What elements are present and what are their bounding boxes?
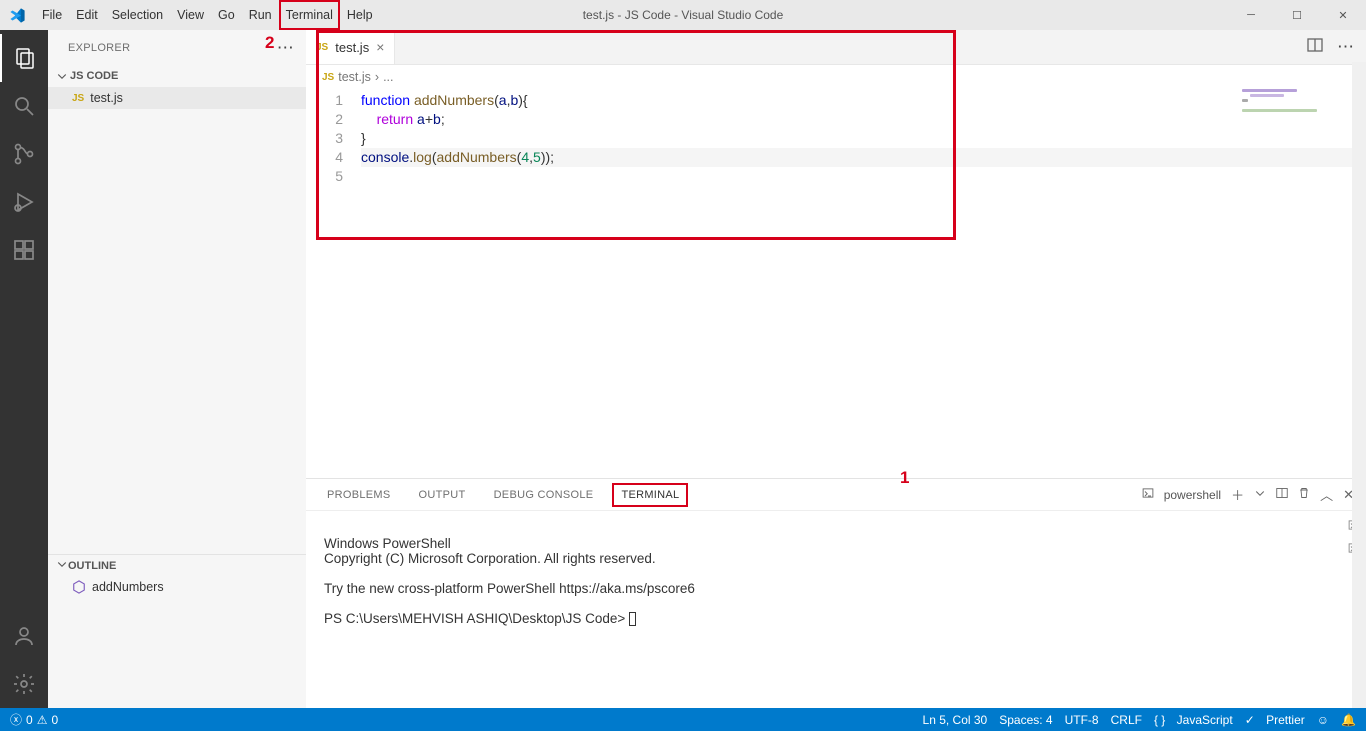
status-cursor[interactable]: Ln 5, Col 30 <box>923 713 988 727</box>
menu-selection[interactable]: Selection <box>105 0 170 30</box>
menubar: FileEditSelectionViewGoRunTerminalHelp <box>35 0 380 30</box>
editor-more-icon[interactable]: ⋯ <box>1337 37 1354 57</box>
split-terminal-icon[interactable] <box>1276 487 1288 502</box>
status-spaces[interactable]: Spaces: 4 <box>999 713 1052 727</box>
error-icon: ⓧ <box>10 711 22 728</box>
explorer-icon[interactable] <box>0 34 48 82</box>
menu-terminal[interactable]: Terminal <box>279 0 340 30</box>
sidebar-title: EXPLORER <box>68 42 130 54</box>
settings-gear-icon[interactable] <box>0 660 48 708</box>
annotation-1: 1 <box>900 468 909 488</box>
outline-item-label: addNumbers <box>92 580 164 594</box>
status-lang-label: JavaScript <box>1177 713 1233 727</box>
panel-tab-debug-console[interactable]: DEBUG CONSOLE <box>491 489 597 501</box>
shell-name[interactable]: powershell <box>1164 488 1221 502</box>
panel-tab-terminal[interactable]: TERMINAL <box>618 489 682 501</box>
js-file-icon: JS <box>316 42 328 53</box>
workspace-section[interactable]: JS CODE <box>48 65 306 87</box>
menu-help[interactable]: Help <box>340 0 380 30</box>
terminal-dropdown-icon[interactable] <box>1254 487 1266 502</box>
titlebar: FileEditSelectionViewGoRunTerminalHelp t… <box>0 0 1366 30</box>
file-name: test.js <box>90 91 123 105</box>
status-bell-icon[interactable]: 🔔 <box>1341 713 1356 727</box>
panel-tab-output[interactable]: OUTPUT <box>416 489 469 501</box>
editor-area: JS test.js × ⋯ JS test.js › ... 12345 fu… <box>306 30 1366 708</box>
js-file-icon: JS <box>72 93 84 104</box>
outline-title: OUTLINE <box>68 560 116 572</box>
terminal-line: Windows PowerShell <box>324 536 1348 551</box>
terminal-profile-icon[interactable] <box>1142 487 1154 502</box>
status-language[interactable]: { } JavaScript <box>1154 713 1233 727</box>
status-eol[interactable]: CRLF <box>1111 713 1142 727</box>
annotation-2: 2 <box>265 33 274 53</box>
tab-testjs[interactable]: JS test.js × <box>306 30 395 64</box>
window-title: test.js - JS Code - Visual Studio Code <box>583 8 784 22</box>
terminal[interactable]: Windows PowerShellCopyright (C) Microsof… <box>306 511 1366 708</box>
menu-file[interactable]: File <box>35 0 69 30</box>
function-icon <box>72 580 86 594</box>
menu-run[interactable]: Run <box>242 0 279 30</box>
panel-scrollbar[interactable] <box>1352 62 1366 708</box>
breadcrumb-file: test.js <box>338 70 371 84</box>
close-button[interactable]: ✕ <box>1320 0 1366 30</box>
breadcrumb-sep: › <box>375 70 379 84</box>
status-bar: ⓧ 0 ⚠ 0 Ln 5, Col 30 Spaces: 4 UTF-8 CRL… <box>0 708 1366 731</box>
sidebar-more-icon[interactable]: ⋯ <box>277 38 294 58</box>
terminal-line: PS C:\Users\MEHVISH ASHIQ\Desktop\JS Cod… <box>324 611 1348 626</box>
split-editor-icon[interactable] <box>1307 37 1323 58</box>
menu-go[interactable]: Go <box>211 0 242 30</box>
panel-actions: powershell ＋ ︿ ✕ <box>1142 485 1354 504</box>
menu-edit[interactable]: Edit <box>69 0 105 30</box>
vscode-logo-icon <box>0 7 35 24</box>
editor-actions: ⋯ <box>1307 30 1366 64</box>
maximize-button[interactable]: ☐ <box>1274 0 1320 30</box>
workspace-name: JS CODE <box>70 70 118 82</box>
outline-section[interactable]: OUTLINE <box>48 554 306 576</box>
minimap[interactable] <box>1242 89 1352 129</box>
search-icon[interactable] <box>0 82 48 130</box>
breadcrumb[interactable]: JS test.js › ... <box>306 65 1366 89</box>
window-controls: ─ ☐ ✕ <box>1228 0 1366 30</box>
terminal-line <box>324 596 1348 611</box>
maximize-panel-icon[interactable]: ︿ <box>1320 485 1333 504</box>
chevron-down-icon <box>56 70 70 82</box>
error-count: 0 <box>26 713 33 727</box>
close-tab-icon[interactable]: × <box>376 39 384 55</box>
sidebar: EXPLORER ⋯ JS CODE JS test.js OUTLINE ad… <box>48 30 306 708</box>
terminal-line: Try the new cross-platform PowerShell ht… <box>324 581 1348 596</box>
warning-icon: ⚠ <box>37 713 48 727</box>
menu-view[interactable]: View <box>170 0 211 30</box>
run-debug-icon[interactable] <box>0 178 48 226</box>
outline-item[interactable]: addNumbers <box>48 576 306 598</box>
panel-tab-problems[interactable]: PROBLEMS <box>324 489 394 501</box>
bottom-panel: PROBLEMS OUTPUT DEBUG CONSOLE TERMINAL powe… <box>306 478 1366 708</box>
tab-label: test.js <box>335 40 369 55</box>
status-prettier[interactable]: ✓ Prettier <box>1245 713 1305 727</box>
account-icon[interactable] <box>0 612 48 660</box>
status-feedback-icon[interactable]: ☺ <box>1317 713 1329 727</box>
panel-tabs: PROBLEMS OUTPUT DEBUG CONSOLE TERMINAL powe… <box>306 479 1366 511</box>
minimize-button[interactable]: ─ <box>1228 0 1274 30</box>
code-editor[interactable]: 12345 function addNumbers(a,b){ return a… <box>306 89 1366 478</box>
source-control-icon[interactable] <box>0 130 48 178</box>
status-errors[interactable]: ⓧ 0 ⚠ 0 <box>10 711 58 728</box>
activity-bar <box>0 30 48 708</box>
terminal-line: Copyright (C) Microsoft Corporation. All… <box>324 551 1348 566</box>
breadcrumb-rest: ... <box>383 70 393 84</box>
js-file-icon: JS <box>322 72 334 83</box>
new-terminal-icon[interactable]: ＋ <box>1231 485 1244 504</box>
status-encoding[interactable]: UTF-8 <box>1065 713 1099 727</box>
line-gutter: 12345 <box>306 91 361 478</box>
status-prettier-label: Prettier <box>1266 713 1305 727</box>
code-lines[interactable]: function addNumbers(a,b){ return a+b;}co… <box>361 91 1366 478</box>
extensions-icon[interactable] <box>0 226 48 274</box>
editor-tabs: JS test.js × ⋯ <box>306 30 1366 65</box>
terminal-cursor <box>629 612 636 626</box>
kill-terminal-icon[interactable] <box>1298 487 1310 502</box>
terminal-line <box>324 566 1348 581</box>
file-item[interactable]: JS test.js <box>48 87 306 109</box>
terminal-line <box>324 521 1348 536</box>
chevron-down-icon <box>56 558 68 573</box>
warning-count: 0 <box>51 713 58 727</box>
